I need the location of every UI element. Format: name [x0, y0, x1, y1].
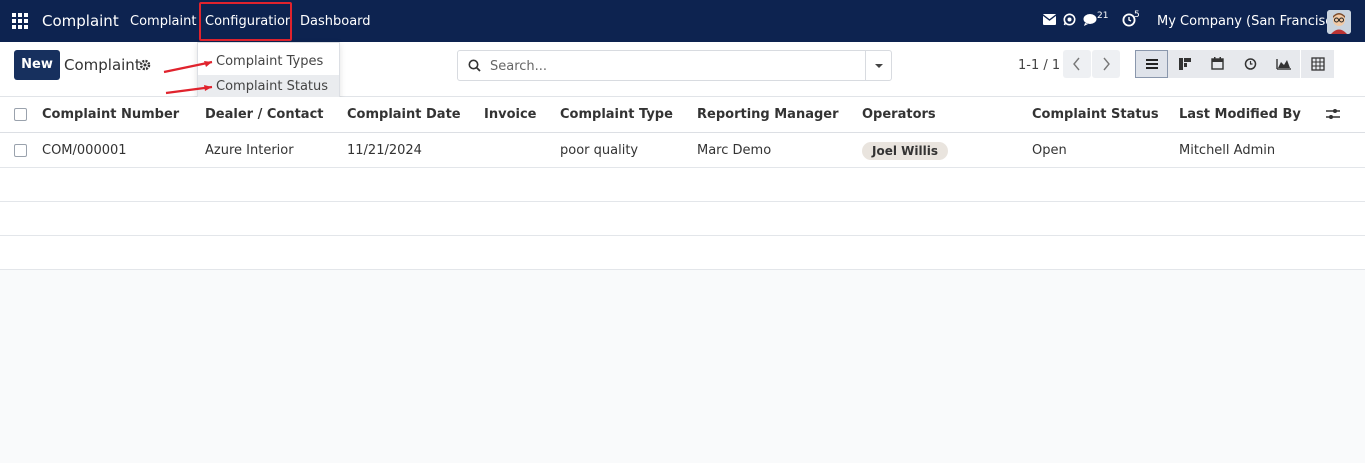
table-row[interactable]: COM/000001 Azure Interior 11/21/2024 poo…: [0, 133, 1365, 168]
column-complaint-date[interactable]: Complaint Date: [347, 107, 461, 122]
menu-dashboard[interactable]: Dashboard: [300, 14, 371, 29]
column-dealer-contact[interactable]: Dealer / Contact: [205, 107, 324, 122]
search-input[interactable]: Search...: [490, 59, 547, 74]
whatsapp-icon[interactable]: [1063, 13, 1076, 26]
view-activity-button[interactable]: [1234, 50, 1267, 78]
column-invoice[interactable]: Invoice: [484, 107, 536, 122]
operator-tag: Joel Willis: [862, 142, 948, 160]
menu-complaint[interactable]: Complaint: [130, 14, 196, 29]
empty-row: [0, 236, 1365, 270]
column-operators[interactable]: Operators: [862, 107, 936, 122]
row-checkbox[interactable]: [14, 144, 27, 157]
area-chart-icon: [1276, 59, 1291, 70]
search-bar[interactable]: Search...: [457, 50, 892, 81]
kanban-view-icon: [1179, 58, 1191, 70]
activities-badge: 5: [1134, 10, 1140, 20]
pager-value[interactable]: 1-1 / 1: [1018, 58, 1060, 73]
messages-badge: 21: [1097, 11, 1109, 21]
cell-reporting-manager: Marc Demo: [697, 143, 772, 158]
activity-clock-icon: [1244, 58, 1257, 70]
red-arrow-annotations: [163, 60, 213, 95]
cell-complaint-number: COM/000001: [42, 143, 127, 158]
new-button[interactable]: New: [14, 50, 60, 80]
clock-icon[interactable]: 5: [1122, 10, 1140, 27]
chat-icon[interactable]: 21: [1083, 11, 1108, 27]
cell-complaint-type: poor quality: [560, 143, 639, 158]
empty-row: [0, 202, 1365, 236]
list-view-icon: [1146, 59, 1158, 69]
view-pivot-button[interactable]: [1301, 50, 1334, 78]
envelope-icon[interactable]: [1043, 14, 1056, 25]
cell-complaint-status: Open: [1032, 143, 1067, 158]
column-last-modified-by[interactable]: Last Modified By: [1179, 107, 1301, 122]
top-navbar: Complaint Complaint Configuration Dashbo…: [0, 0, 1365, 42]
cell-date: 11/21/2024: [347, 143, 422, 158]
select-all-checkbox[interactable]: [14, 108, 27, 121]
column-reporting-manager[interactable]: Reporting Manager: [697, 107, 839, 122]
chevron-right-icon: [1103, 57, 1110, 71]
optional-columns-icon[interactable]: [1326, 108, 1340, 125]
complaint-list-table: Complaint Number Dealer / Contact Compla…: [0, 97, 1365, 270]
pivot-table-icon: [1311, 57, 1325, 71]
gear-icon[interactable]: [139, 59, 151, 75]
chevron-left-icon: [1073, 57, 1080, 71]
breadcrumb: Complaint: [64, 56, 141, 74]
view-graph-button[interactable]: [1267, 50, 1300, 78]
avatar[interactable]: [1327, 10, 1351, 34]
pager-next-button[interactable]: [1092, 50, 1120, 78]
column-complaint-status[interactable]: Complaint Status: [1032, 107, 1159, 122]
pager-previous-button[interactable]: [1063, 50, 1091, 78]
configuration-highlight-box: [199, 2, 292, 41]
column-complaint-type[interactable]: Complaint Type: [560, 107, 673, 122]
calendar-view-icon: [1211, 57, 1224, 70]
table-header: Complaint Number Dealer / Contact Compla…: [0, 97, 1365, 133]
cell-last-modified-by: Mitchell Admin: [1179, 143, 1276, 158]
apps-grid-icon[interactable]: [12, 13, 28, 29]
cell-dealer: Azure Interior: [205, 143, 294, 158]
column-complaint-number[interactable]: Complaint Number: [42, 107, 179, 122]
search-icon: [468, 59, 481, 76]
app-title[interactable]: Complaint: [42, 12, 119, 30]
view-list-button[interactable]: [1135, 50, 1168, 78]
caret-down-icon: [875, 64, 883, 68]
search-options-toggle[interactable]: [865, 51, 891, 80]
company-switcher[interactable]: My Company (San Francisco): [1157, 14, 1345, 29]
empty-row: [0, 168, 1365, 202]
view-calendar-button[interactable]: [1201, 50, 1234, 78]
view-kanban-button[interactable]: [1168, 50, 1201, 78]
